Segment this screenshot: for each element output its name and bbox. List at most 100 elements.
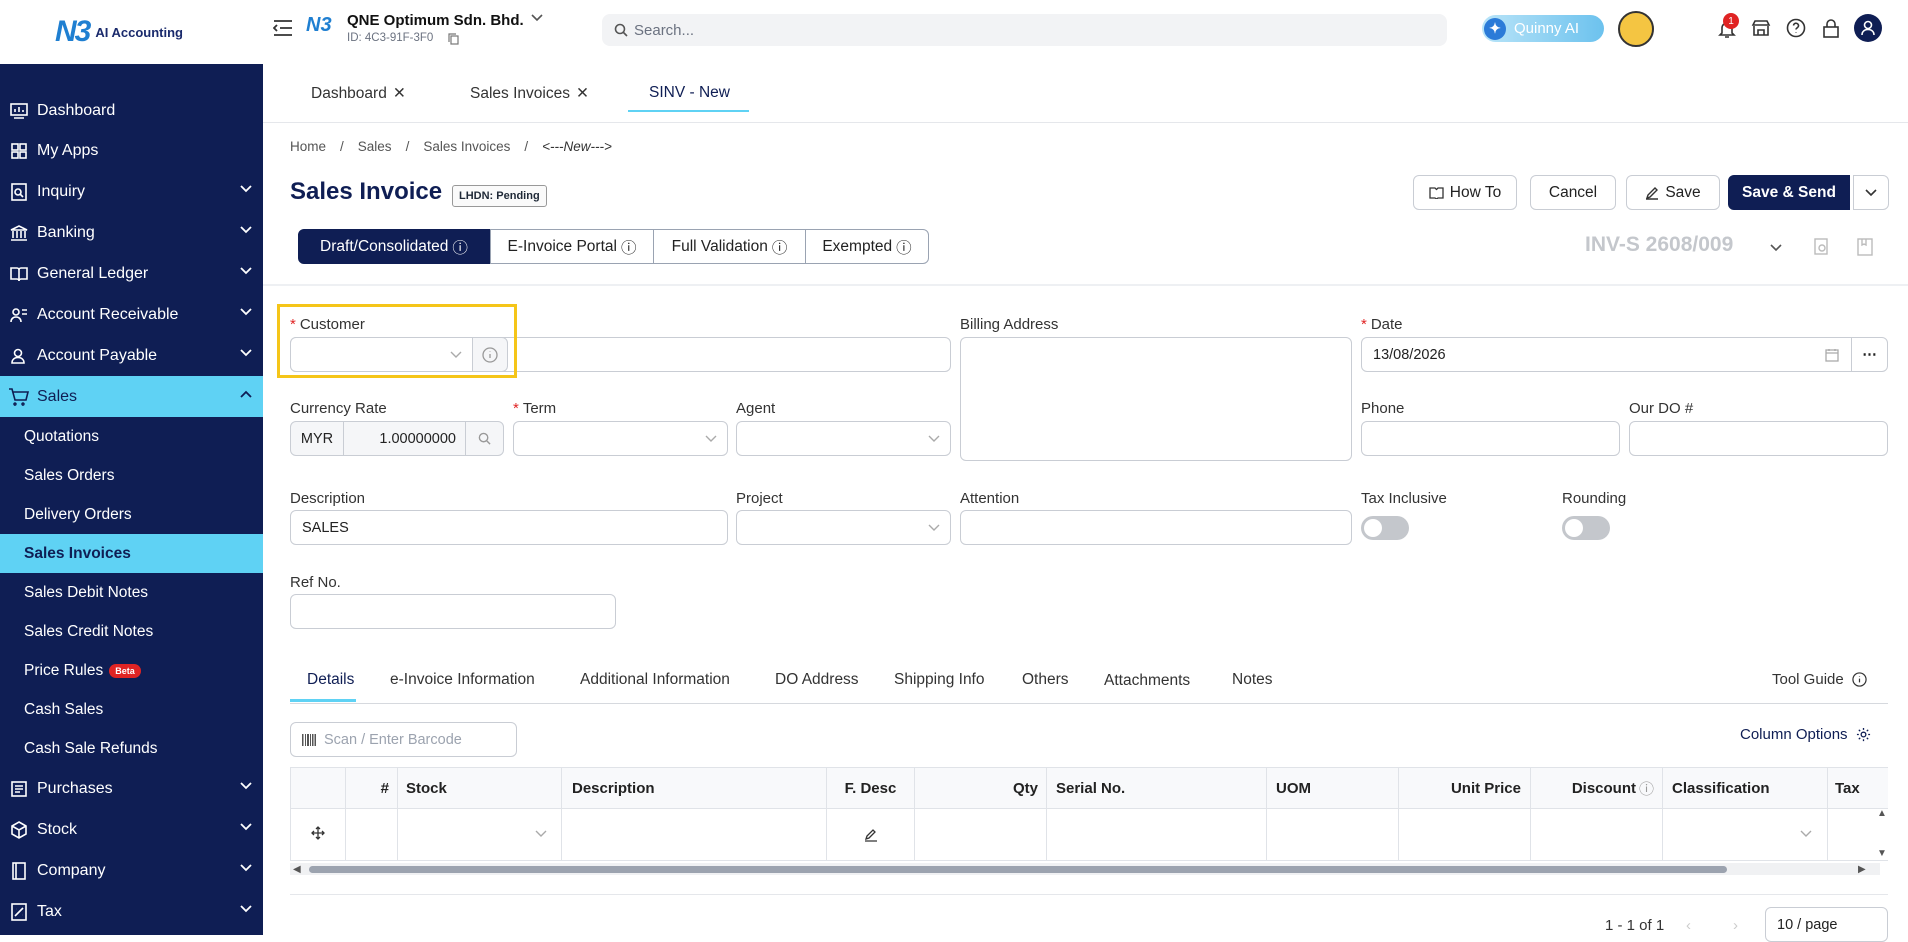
sidebar-subitem-sales-debit-notes[interactable]: Sales Debit Notes <box>0 573 263 612</box>
tab-additional-information[interactable]: Additional Information <box>580 671 730 689</box>
sidebar-item-general-ledger[interactable]: General Ledger <box>0 253 263 294</box>
date-more-button[interactable]: ⋯ <box>1851 337 1888 372</box>
tab-e-invoice-information[interactable]: e-Invoice Information <box>390 671 535 689</box>
currency-rate-input[interactable]: 1.00000000 <box>343 421 466 456</box>
lock-icon[interactable] <box>1822 18 1840 38</box>
sidebar-item-tax[interactable]: Tax <box>0 891 263 932</box>
tab-do-address[interactable]: DO Address <box>775 671 859 689</box>
tab-shipping-info[interactable]: Shipping Info <box>894 671 985 689</box>
edit-icon[interactable] <box>864 828 878 842</box>
barcode-input[interactable]: Scan / Enter Barcode <box>290 722 517 757</box>
chevron-down-icon[interactable] <box>531 14 543 22</box>
column-header-uom: UOM <box>1267 768 1399 808</box>
user-avatar-icon[interactable] <box>1854 14 1882 42</box>
company-name[interactable]: QNE Optimum Sdn. Bhd. <box>347 12 524 29</box>
breadcrumb-sales-invoices[interactable]: Sales Invoices <box>423 139 510 154</box>
sidebar-subitem-delivery-orders[interactable]: Delivery Orders <box>0 495 263 534</box>
scroll-right-icon[interactable]: ▶ <box>1858 864 1866 875</box>
sidebar-item-sales[interactable]: Sales <box>0 376 263 417</box>
save-button[interactable]: Save <box>1626 175 1720 210</box>
sidebar-item-account-payable[interactable]: Account Payable <box>0 335 263 376</box>
sidebar-subitem-cash-sales[interactable]: Cash Sales <box>0 690 263 729</box>
segment-exempted[interactable]: Exempted ⓘ <box>805 229 929 264</box>
copy-icon[interactable] <box>448 33 459 45</box>
bookmark-icon[interactable] <box>1857 238 1873 256</box>
sidebar-subitem-sales-invoices[interactable]: Sales Invoices <box>0 534 263 573</box>
tab-sales-invoices[interactable]: Sales Invoices ✕ <box>470 84 589 103</box>
document-search-icon[interactable] <box>1814 238 1830 256</box>
close-icon[interactable]: ✕ <box>576 84 589 103</box>
stock-select[interactable] <box>402 815 557 853</box>
grid-line <box>397 808 398 861</box>
page-size-select[interactable]: 10 / page <box>1765 907 1888 942</box>
search-bar[interactable]: Search... <box>602 14 1447 46</box>
description-cell[interactable] <box>566 815 821 853</box>
tool-guide-link[interactable]: Tool Guide <box>1772 671 1867 688</box>
project-select[interactable] <box>736 510 951 545</box>
column-options-button[interactable]: Column Options <box>1740 726 1871 743</box>
close-icon[interactable]: ✕ <box>393 84 406 103</box>
tab-attachments[interactable]: Attachments <box>1104 672 1190 690</box>
tab-notes[interactable]: Notes <box>1232 671 1273 689</box>
agent-select[interactable] <box>736 421 951 456</box>
save-and-send-button[interactable]: Save & Send <box>1728 175 1850 210</box>
scroll-down-icon[interactable]: ▼ <box>1877 848 1887 859</box>
rate-search-button[interactable] <box>465 421 504 456</box>
menu-collapse-icon[interactable] <box>273 20 293 36</box>
scroll-up-icon[interactable]: ▲ <box>1877 808 1887 819</box>
rounding-toggle[interactable] <box>1562 516 1610 540</box>
tab-dashboard[interactable]: Dashboard ✕ <box>311 84 406 103</box>
sidebar-item-account-receivable[interactable]: Account Receivable <box>0 294 263 335</box>
tab-sinv-new[interactable]: SINV - New <box>649 84 730 102</box>
breadcrumb-home[interactable]: Home <box>290 139 326 154</box>
tab-label: SINV - New <box>649 84 730 101</box>
bank-icon <box>8 222 30 244</box>
segment-e-invoice-portal[interactable]: E-Invoice Portal ⓘ <box>490 229 654 264</box>
term-select[interactable] <box>513 421 728 456</box>
sidebar-item-company[interactable]: Company <box>0 850 263 891</box>
attention-input[interactable] <box>960 510 1352 545</box>
tax-inclusive-toggle[interactable] <box>1361 516 1409 540</box>
tab-details[interactable]: Details <box>307 671 354 689</box>
scrollbar-thumb[interactable] <box>309 866 1727 873</box>
sidebar-item-inquiry[interactable]: Inquiry <box>0 171 263 212</box>
chevron-down-icon[interactable] <box>1770 244 1782 252</box>
sidebar-subitem-quotations[interactable]: Quotations <box>0 417 263 456</box>
tab-label: Sales Invoices <box>470 84 570 102</box>
app-logo[interactable]: N3 AI Accounting <box>0 0 263 64</box>
scroll-left-icon[interactable]: ◀ <box>293 864 301 875</box>
sidebar-item-stock[interactable]: Stock <box>0 809 263 850</box>
sidebar-subitem-sales-orders[interactable]: Sales Orders <box>0 456 263 495</box>
billing-address-textarea[interactable] <box>960 337 1352 461</box>
sidebar-item-banking[interactable]: Banking <box>0 212 263 253</box>
description-input[interactable]: SALES <box>290 510 728 545</box>
sidebar-item-dashboard[interactable]: Dashboard <box>0 91 263 130</box>
ref-no-input[interactable] <box>290 594 616 629</box>
column-header-qty: Qty <box>915 768 1047 808</box>
breadcrumb-sales[interactable]: Sales <box>358 139 392 154</box>
sidebar-item-my-apps[interactable]: My Apps <box>0 130 263 171</box>
sidebar-subitem-sales-credit-notes[interactable]: Sales Credit Notes <box>0 612 263 651</box>
segment-draft-consolidated[interactable]: Draft/Consolidated ⓘ <box>298 229 490 264</box>
save-options-dropdown[interactable] <box>1853 175 1889 210</box>
drag-handle-icon[interactable] <box>311 826 325 840</box>
date-input[interactable]: 13/08/2026 <box>1361 337 1852 372</box>
phone-input[interactable] <box>1361 421 1620 456</box>
next-page-icon[interactable]: › <box>1733 917 1738 934</box>
sidebar-item-purchases[interactable]: Purchases <box>0 768 263 809</box>
help-icon[interactable] <box>1786 18 1806 38</box>
store-icon[interactable] <box>1751 19 1771 37</box>
grid-line <box>1266 808 1267 861</box>
search-placeholder: Search... <box>634 21 695 39</box>
assistant-avatar-icon[interactable] <box>1618 11 1654 47</box>
segment-full-validation[interactable]: Full Validation ⓘ <box>653 229 806 264</box>
quinny-ai-button[interactable]: ✦ Quinny AI <box>1482 15 1604 42</box>
sidebar-subitem-cash-sale-refunds[interactable]: Cash Sale Refunds <box>0 729 263 768</box>
our-do-input[interactable] <box>1629 421 1888 456</box>
prev-page-icon[interactable]: ‹ <box>1686 917 1691 934</box>
classification-select[interactable] <box>1667 815 1822 853</box>
tab-others[interactable]: Others <box>1022 671 1069 689</box>
sidebar-subitem-price-rules[interactable]: Price Rules Beta <box>0 651 263 690</box>
cancel-button[interactable]: Cancel <box>1530 175 1616 210</box>
how-to-button[interactable]: How To <box>1413 175 1517 210</box>
